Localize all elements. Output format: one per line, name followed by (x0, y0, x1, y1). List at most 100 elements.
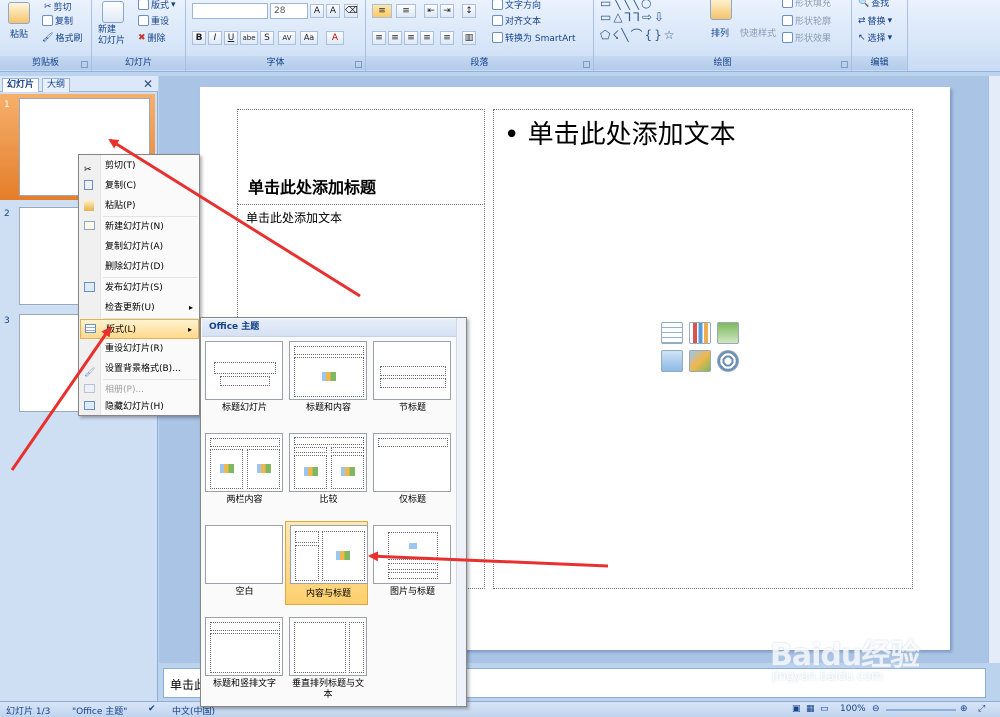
tab-slides[interactable]: 幻灯片 (2, 78, 40, 92)
layout-title-slide[interactable]: 标题幻灯片 (202, 339, 283, 417)
menu-item-format-background[interactable]: 🖌 设置背景格式(B)... (80, 359, 199, 379)
menu-item-copy[interactable]: 复制(C) (80, 176, 199, 196)
font-size-combo[interactable]: 28 (270, 3, 308, 19)
close-icon[interactable]: ✕ (143, 77, 153, 91)
select-button[interactable]: ↖ 选择 ▾ (858, 31, 892, 45)
grow-font-button[interactable]: A (310, 4, 324, 18)
menu-item-duplicate-slide[interactable]: 复制幻灯片(A) (80, 237, 199, 257)
shrink-font-button[interactable]: A (326, 4, 340, 18)
layout-two-content[interactable]: 两栏内容 (202, 431, 283, 509)
zoom-slider[interactable] (886, 709, 956, 711)
layout-vertical-title-text[interactable]: 垂直排列标题与文本 (286, 615, 367, 700)
zoom-out-icon[interactable]: ⊖ (872, 704, 880, 714)
gallery-scrollbar[interactable] (456, 318, 466, 706)
char-spacing-button[interactable]: AV (278, 31, 296, 45)
paste-button[interactable]: 粘贴 (10, 27, 28, 40)
normal-view-icon[interactable]: ▣ (792, 704, 801, 714)
fit-window-icon[interactable]: ⤢ (978, 704, 985, 714)
insert-table-icon[interactable] (661, 322, 683, 344)
align-left-button[interactable]: ≡ (372, 31, 386, 45)
shapes-gallery[interactable]: ▭╲╲╲○ (600, 0, 653, 10)
menu-item-paste[interactable]: 粘贴(P) (80, 196, 199, 216)
arrange-icon[interactable] (710, 0, 732, 20)
bullets-button[interactable]: ≡ (372, 4, 392, 18)
increase-indent-button[interactable]: ⇥ (440, 4, 454, 18)
delete-button[interactable]: ✖ 删除 (138, 31, 166, 45)
insert-chart-icon[interactable] (689, 322, 711, 344)
layout-picture-with-caption[interactable]: 图片与标题 (370, 523, 451, 601)
menu-item-layout[interactable]: 版式(L) ▸ (80, 319, 199, 339)
dialog-launcher-icon[interactable] (841, 61, 848, 68)
font-color-button[interactable]: A (326, 31, 344, 45)
insert-clipart-icon[interactable] (689, 350, 711, 372)
zoom-in-icon[interactable]: ⊕ (960, 704, 968, 714)
paste-icon[interactable] (8, 2, 30, 24)
menu-item-check-updates[interactable]: 检查更新(U) ▸ (80, 298, 199, 318)
format-painter-label: 格式刷 (55, 34, 83, 44)
underline-button[interactable]: U (224, 31, 238, 45)
reset-button[interactable]: 重设 (138, 14, 169, 27)
format-painter-button[interactable]: 🖌 格式刷 (42, 31, 83, 45)
slide-sorter-icon[interactable]: ▦ (806, 704, 815, 714)
shape-effects-button[interactable]: 形状效果 (782, 31, 831, 44)
columns-button[interactable]: ▥ (462, 31, 476, 45)
line-spacing-button[interactable]: ↕ (462, 4, 476, 18)
layout-blank[interactable]: 空白 (202, 523, 283, 601)
layout-title-vertical-text[interactable]: 标题和竖排文字 (202, 615, 283, 693)
shape-fill-button[interactable]: 形状填充 (782, 0, 831, 9)
layout-comparison[interactable]: 比较 (286, 431, 367, 509)
insert-smartart-icon[interactable] (717, 322, 739, 344)
new-slide-button[interactable]: 新建 幻灯片 (98, 25, 125, 47)
vertical-scrollbar[interactable] (988, 76, 1000, 663)
spellcheck-icon[interactable]: ✔ (148, 704, 156, 714)
italic-button[interactable]: I (208, 31, 222, 45)
insert-picture-icon[interactable] (661, 350, 683, 372)
clear-format-button[interactable]: ⌫ (344, 4, 358, 18)
arrange-button[interactable]: 排列 (711, 26, 729, 39)
layout-button[interactable]: 版式 ▾ (138, 0, 176, 11)
shadow-button[interactable]: S (260, 31, 274, 45)
change-case-button[interactable]: Aa (300, 31, 318, 45)
copy-button[interactable]: 复制 (42, 14, 73, 27)
menu-item-reset-slide[interactable]: 重设幻灯片(R) (80, 339, 199, 359)
dialog-launcher-icon[interactable] (583, 61, 590, 68)
select-label: 选择 (867, 34, 886, 44)
align-text-button[interactable]: 对齐文本 (492, 14, 541, 27)
dialog-launcher-icon[interactable] (81, 61, 88, 68)
find-button[interactable]: 🔍 查找 (858, 0, 889, 9)
decrease-indent-button[interactable]: ⇤ (424, 4, 438, 18)
numbering-button[interactable]: ≡ (396, 4, 416, 18)
new-slide-icon[interactable] (102, 1, 124, 23)
layout-title-only[interactable]: 仅标题 (370, 431, 451, 509)
justify-button[interactable]: ≡ (420, 31, 434, 45)
align-center-button[interactable]: ≡ (388, 31, 402, 45)
text-direction-button[interactable]: 文字方向 (492, 0, 541, 11)
insert-media-icon[interactable] (717, 350, 739, 372)
layout-content-with-caption[interactable]: 内容与标题 (285, 521, 368, 605)
quick-styles-button[interactable]: 快速样式 (740, 26, 776, 39)
content-placeholder[interactable]: • 单击此处添加文本 (493, 109, 913, 589)
shape-outline-button[interactable]: 形状轮廓 (782, 14, 831, 27)
strikethrough-button[interactable]: abe (240, 31, 258, 45)
dialog-launcher-icon[interactable] (355, 61, 362, 68)
shapes-gallery-row2[interactable]: ▭△⅂⅂⇨⇩ (600, 10, 666, 24)
cut-button[interactable]: ✂ 剪切 (44, 0, 72, 14)
menu-item-cut[interactable]: ✂ 剪切(T) (80, 156, 199, 176)
bold-button[interactable]: B (192, 31, 206, 45)
zoom-level[interactable]: 100% (840, 704, 866, 714)
menu-item-delete-slide[interactable]: 删除幻灯片(D) (80, 257, 199, 277)
menu-item-new-slide[interactable]: 新建幻灯片(N) (80, 217, 199, 237)
shapes-gallery-row3[interactable]: ⬠☇╲⌒{}☆ (600, 26, 677, 43)
title-placeholder[interactable]: 单击此处添加标题 (237, 109, 485, 204)
menu-item-publish-slides[interactable]: 发布幻灯片(S) (80, 278, 199, 298)
distribute-button[interactable]: ≡ (440, 31, 454, 45)
layout-section-header[interactable]: 节标题 (370, 339, 451, 417)
replace-button[interactable]: ⇄ 替换 ▾ (858, 14, 892, 28)
menu-item-hide-slide[interactable]: 隐藏幻灯片(H) (80, 397, 199, 417)
tab-outline[interactable]: 大纲 (42, 78, 71, 92)
layout-title-content[interactable]: 标题和内容 (286, 339, 367, 417)
smartart-button[interactable]: 转换为 SmartArt (492, 31, 575, 44)
align-right-button[interactable]: ≡ (404, 31, 418, 45)
slideshow-icon[interactable]: ▭ (820, 704, 829, 714)
font-name-combo[interactable] (192, 3, 268, 19)
